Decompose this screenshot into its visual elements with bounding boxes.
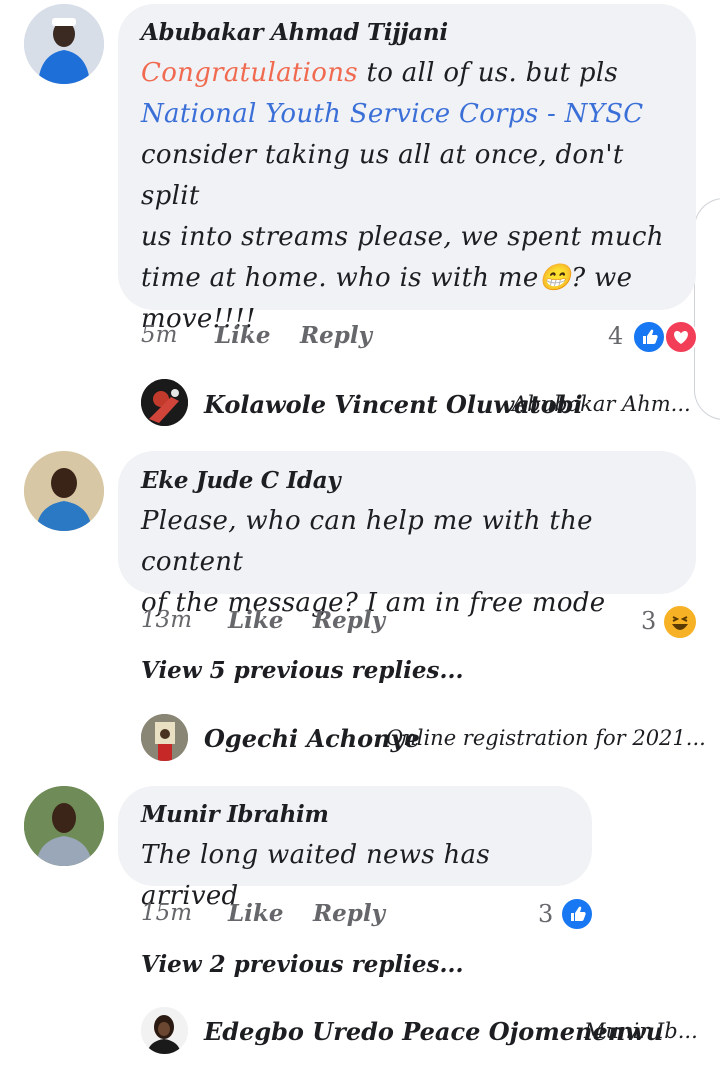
reply-button[interactable]: Reply <box>300 322 372 349</box>
comment-text: Please, who can help me with the content… <box>141 506 606 618</box>
reply-snippet[interactable]: Abubakar Ahm... <box>512 392 691 416</box>
reaction-count[interactable]: 3 <box>641 607 656 635</box>
side-panel-edge <box>694 198 720 420</box>
like-icon[interactable] <box>632 320 666 354</box>
reaction-count[interactable]: 3 <box>538 900 553 928</box>
reaction-count[interactable]: 4 <box>608 322 623 350</box>
reply-button[interactable]: Reply <box>313 607 385 634</box>
view-previous-replies[interactable]: View 5 previous replies... <box>141 657 464 684</box>
view-previous-replies[interactable]: View 2 previous replies... <box>141 951 464 978</box>
comment-text: Congratulations to all of us. but pls Na… <box>141 58 664 334</box>
reply-button[interactable]: Reply <box>313 900 385 927</box>
comment-time: 5m <box>141 322 178 348</box>
like-button[interactable]: Like <box>228 607 283 634</box>
avatar[interactable] <box>24 4 104 84</box>
love-icon[interactable] <box>664 320 698 354</box>
avatar[interactable] <box>141 714 188 761</box>
grin-emoji-icon: 😁 <box>538 263 572 293</box>
avatar[interactable] <box>24 786 104 866</box>
comment-author[interactable]: Munir Ibrahim <box>141 801 329 828</box>
reply-snippet[interactable]: Online registration for 2021... <box>386 726 706 750</box>
highlight-link[interactable]: Congratulations <box>141 58 358 88</box>
like-button[interactable]: Like <box>215 322 270 349</box>
page-mention-link[interactable]: National Youth Service Corps - NYSC <box>141 99 644 129</box>
reply-snippet[interactable]: Munir Ib... <box>584 1019 698 1043</box>
comment-author[interactable]: Eke Jude C Iday <box>141 467 341 494</box>
like-button[interactable]: Like <box>228 900 283 927</box>
comment-time: 13m <box>141 607 193 633</box>
avatar[interactable] <box>141 1007 188 1054</box>
avatar[interactable] <box>24 451 104 531</box>
avatar[interactable] <box>141 379 188 426</box>
like-icon[interactable] <box>560 897 594 931</box>
comment-time: 15m <box>141 900 193 926</box>
haha-icon[interactable] <box>662 604 698 640</box>
comment-author[interactable]: Abubakar Ahmad Tijjani <box>141 19 448 46</box>
